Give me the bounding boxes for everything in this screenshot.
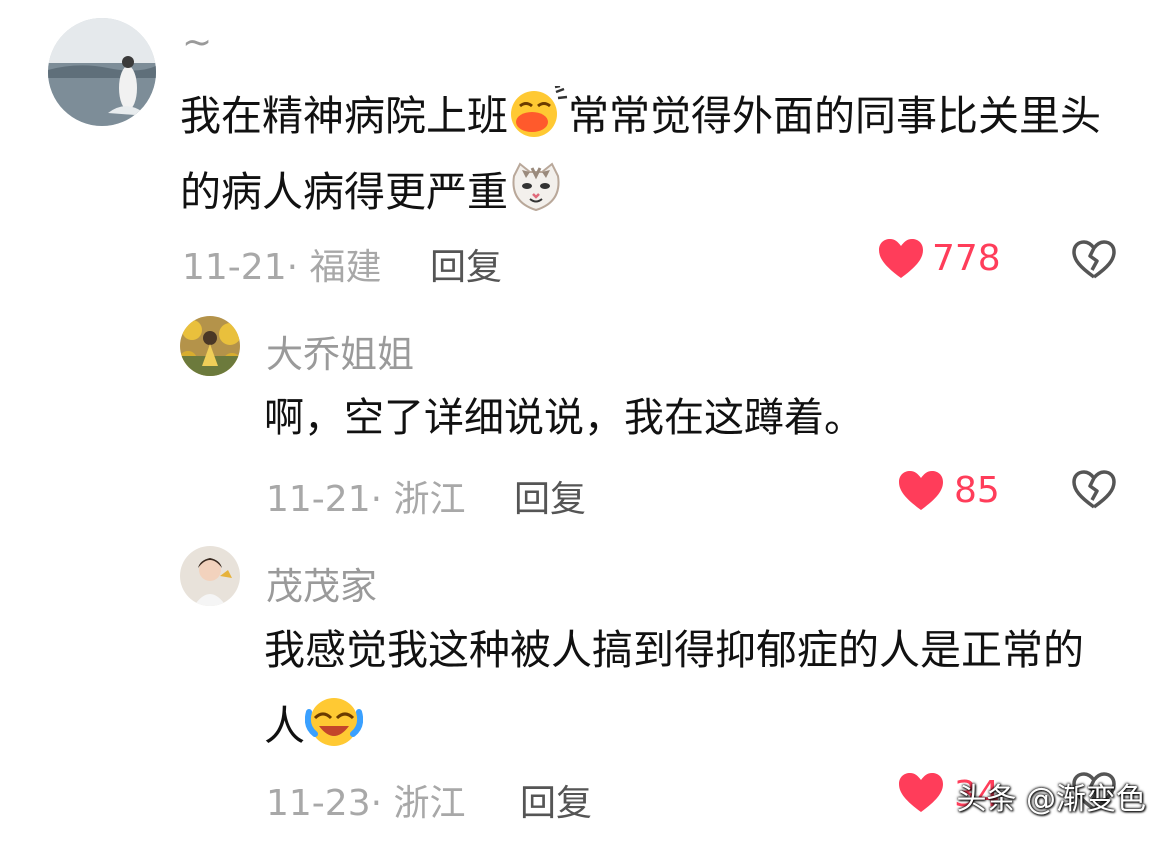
- avatar[interactable]: [180, 316, 240, 376]
- reply-button[interactable]: 回复: [430, 238, 502, 290]
- heart-icon[interactable]: [878, 238, 924, 280]
- username[interactable]: ~: [182, 22, 212, 63]
- reply-button[interactable]: 回复: [520, 774, 592, 826]
- username[interactable]: 茂茂家: [266, 556, 377, 610]
- wah-emoji-icon: [508, 86, 568, 138]
- like-count: 85: [954, 470, 1000, 511]
- username[interactable]: 大乔姐姐: [266, 324, 414, 378]
- reply-button[interactable]: 回复: [514, 470, 586, 522]
- heart-icon[interactable]: [898, 772, 944, 814]
- cat-smirk-emoji-icon: [508, 162, 564, 214]
- avatar[interactable]: [48, 18, 156, 126]
- comment-text-part: 我感觉我这种被人搞到得抑郁症的人是正常的人: [264, 626, 1084, 750]
- crying-laughing-emoji-icon: [305, 694, 363, 748]
- comment-text: 啊，空了详细说说，我在这蹲着。: [264, 395, 864, 441]
- heart-icon[interactable]: [898, 470, 944, 512]
- like-count: 778: [932, 238, 1001, 279]
- comment-meta: 11-21· 福建: [182, 247, 382, 288]
- comment-text-part: 我在精神病院上班: [180, 92, 508, 140]
- comment-meta: 11-21· 浙江: [266, 479, 466, 520]
- comment-text: 我在精神病院上班 常常觉得外面的同事比关里头的病人病得更严重: [180, 78, 1120, 230]
- broken-heart-icon[interactable]: [1072, 240, 1116, 280]
- comment-meta: 11-23· 浙江: [266, 783, 466, 824]
- comment-text: 我感觉我这种被人搞到得抑郁症的人是正常的人: [264, 612, 1104, 764]
- watermark: 头条 @渐变色: [956, 782, 1146, 817]
- avatar[interactable]: [180, 546, 240, 606]
- broken-heart-icon[interactable]: [1072, 470, 1116, 510]
